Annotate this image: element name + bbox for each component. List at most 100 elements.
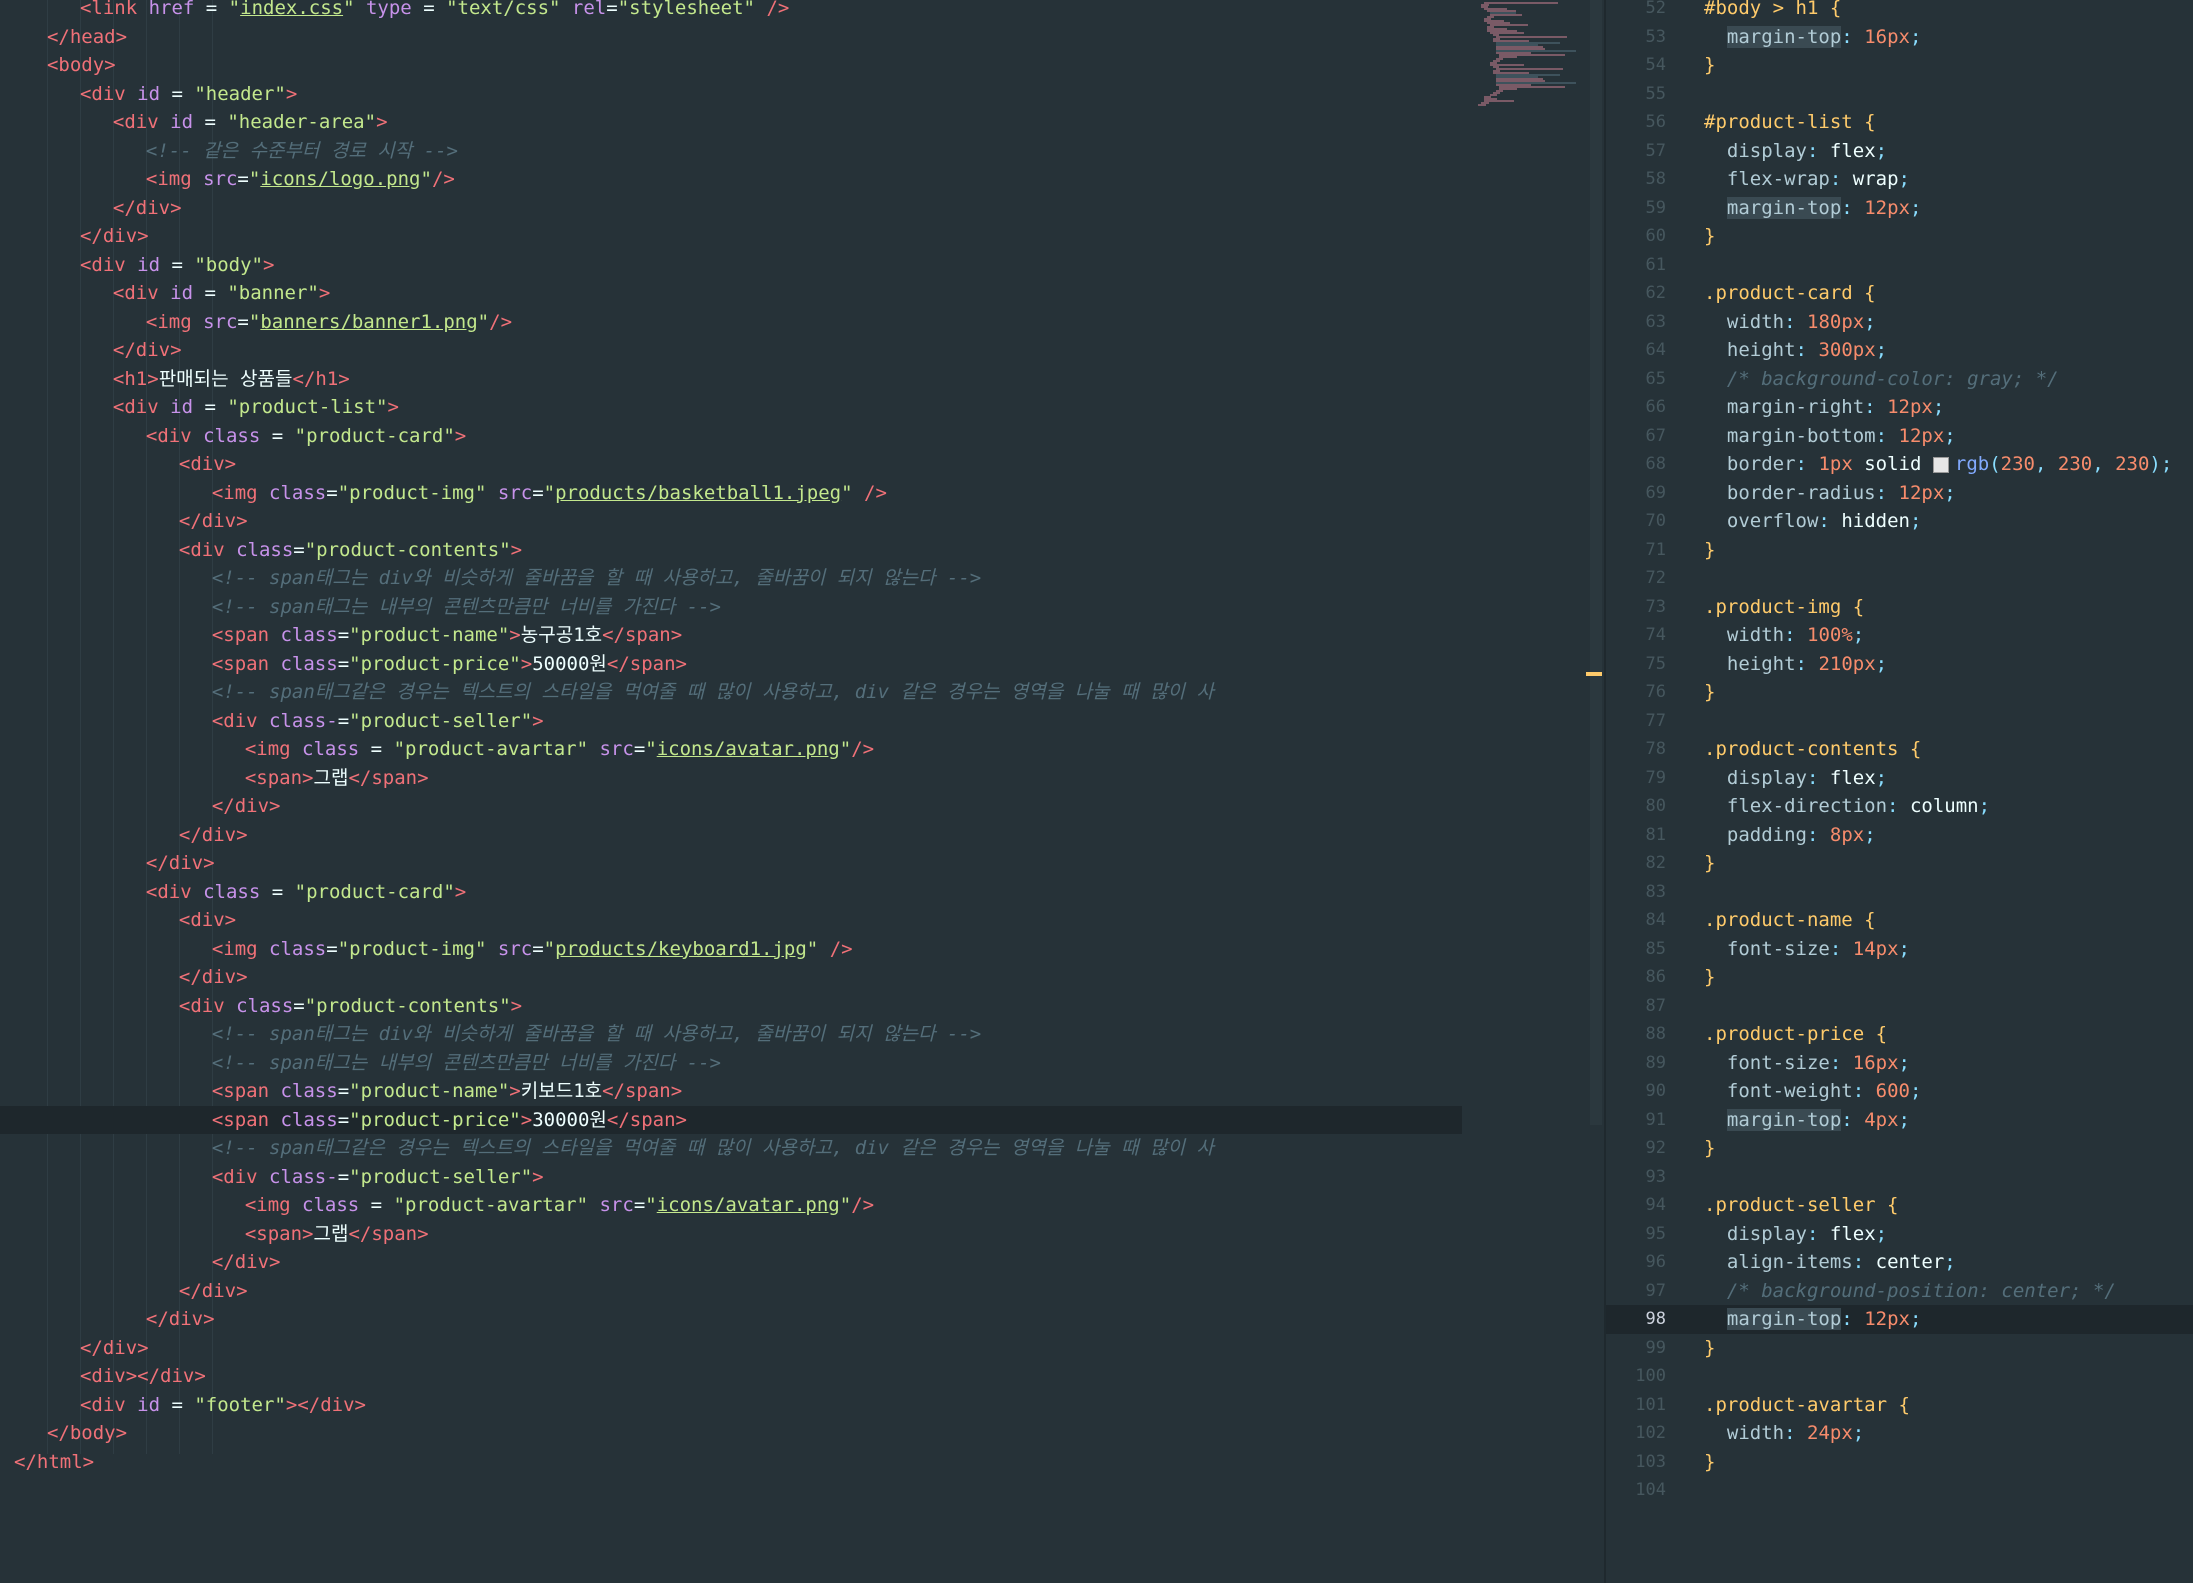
code-line[interactable]: <img class="product-img" src="products/b…	[0, 479, 1462, 508]
code-line[interactable]: <h1>판매되는 상품들</h1>	[0, 365, 1462, 394]
code-line[interactable]: </div>	[0, 1305, 1462, 1334]
code-line[interactable]: <span class="product-name">농구공1호</span>	[0, 621, 1462, 650]
code-line[interactable]: <!-- 같은 수준부터 경로 시작 -->	[0, 137, 1462, 166]
code-line[interactable]: 78 .product-contents {	[1606, 735, 2193, 764]
code-line[interactable]: <div>	[0, 906, 1462, 935]
code-line[interactable]: 58 flex-wrap: wrap;	[1606, 165, 2193, 194]
code-line[interactable]: 73 .product-img {	[1606, 593, 2193, 622]
code-line[interactable]: 99}	[1606, 1334, 2193, 1363]
code-line[interactable]: 90 font-weight: 600;	[1606, 1077, 2193, 1106]
code-line[interactable]: 96 align-items: center;	[1606, 1248, 2193, 1277]
code-line[interactable]: </div>	[0, 963, 1462, 992]
code-line[interactable]: </div>	[0, 194, 1462, 223]
code-line[interactable]: <!-- span태그는 div와 비슷하게 줄바꿈을 할 때 사용하고, 줄바…	[0, 564, 1462, 593]
code-line[interactable]: 62 .product-card {	[1606, 279, 2193, 308]
code-line[interactable]: <img class = "product-avartar" src="icon…	[0, 735, 1462, 764]
code-line[interactable]: 95 display: flex;	[1606, 1220, 2193, 1249]
code-line[interactable]: <div class-="product-seller">	[0, 707, 1462, 736]
code-line[interactable]: </div>	[0, 507, 1462, 536]
code-line[interactable]: 66 margin-right: 12px;	[1606, 393, 2193, 422]
code-line[interactable]: 74 width: 100%;	[1606, 621, 2193, 650]
code-line[interactable]: 61	[1606, 251, 2193, 280]
code-line[interactable]: 59 margin-top: 12px;	[1606, 194, 2193, 223]
code-line[interactable]: <div id = "body">	[0, 251, 1462, 280]
code-line[interactable]: </head>	[0, 23, 1462, 52]
code-line[interactable]: <img class = "product-avartar" src="icon…	[0, 1191, 1462, 1220]
code-line[interactable]: 97 /* background-position: center; */	[1606, 1277, 2193, 1306]
code-line[interactable]: 56 #product-list {	[1606, 108, 2193, 137]
code-line[interactable]: 103}	[1606, 1448, 2193, 1477]
code-line[interactable]: 55	[1606, 80, 2193, 109]
code-line[interactable]: 82}	[1606, 849, 2193, 878]
code-line[interactable]: 85 font-size: 14px;	[1606, 935, 2193, 964]
code-line[interactable]: <!-- span태그는 내부의 콘텐츠만큼만 너비를 가진다 -->	[0, 593, 1462, 622]
code-line[interactable]: 93	[1606, 1163, 2193, 1192]
code-line[interactable]: 84 .product-name {	[1606, 906, 2193, 935]
code-line[interactable]: 70 overflow: hidden;	[1606, 507, 2193, 536]
code-line[interactable]: 86}	[1606, 963, 2193, 992]
code-line[interactable]: 71}	[1606, 536, 2193, 565]
current-line[interactable]: <span class="product-price">30000원</span…	[0, 1105, 1462, 1134]
minimap[interactable]	[1462, 0, 1584, 1583]
code-line[interactable]: 65 /* background-color: gray; */	[1606, 365, 2193, 394]
editor-scrollbar[interactable]	[1584, 0, 1604, 1583]
code-line[interactable]: 83	[1606, 878, 2193, 907]
code-line[interactable]: <div></div>	[0, 1362, 1462, 1391]
code-line[interactable]: 69 border-radius: 12px;	[1606, 479, 2193, 508]
code-line[interactable]: <img class="product-img" src="products/k…	[0, 935, 1462, 964]
css-editor-pane[interactable]: 52 #body > h1 {53 margin-top: 16px; 54} 55 56…	[1606, 0, 2193, 1583]
code-line[interactable]: 79 display: flex;	[1606, 764, 2193, 793]
code-line[interactable]: <!-- span태그같은 경우는 텍스트의 스타일을 먹여줄 때 많이 사용하…	[0, 678, 1462, 707]
code-line[interactable]: <span class="product-name">키보드1호</span>	[0, 1077, 1462, 1106]
code-line[interactable]: </div>	[0, 336, 1462, 365]
code-line[interactable]: <div class="product-contents">	[0, 992, 1462, 1021]
code-line[interactable]: <!-- span태그는 div와 비슷하게 줄바꿈을 할 때 사용하고, 줄바…	[0, 1020, 1462, 1049]
code-line[interactable]: </body>	[0, 1419, 1462, 1448]
code-line[interactable]: <div>	[0, 450, 1462, 479]
color-swatch-icon[interactable]	[1932, 456, 1949, 473]
code-line[interactable]: <div id = "header-area">	[0, 108, 1462, 137]
html-editor-pane[interactable]: <link href = "index.css" type = "text/cs…	[0, 0, 1462, 1583]
code-line[interactable]: <!-- span태그같은 경우는 텍스트의 스타일을 먹여줄 때 많이 사용하…	[0, 1134, 1462, 1163]
code-line[interactable]: <!-- span태그는 내부의 콘텐츠만큼만 너비를 가진다 -->	[0, 1049, 1462, 1078]
code-line[interactable]: <div id = "footer"></div>	[0, 1391, 1462, 1420]
code-line[interactable]: 100	[1606, 1362, 2193, 1391]
code-line[interactable]: <div id = "banner">	[0, 279, 1462, 308]
code-line[interactable]: </div>	[0, 1334, 1462, 1363]
code-line[interactable]: </div>	[0, 222, 1462, 251]
code-line[interactable]: 76}	[1606, 678, 2193, 707]
code-line[interactable]: </div>	[0, 1277, 1462, 1306]
code-line[interactable]: </div>	[0, 1248, 1462, 1277]
code-line[interactable]: 75 height: 210px;	[1606, 650, 2193, 679]
code-line[interactable]: 57 display: flex;	[1606, 137, 2193, 166]
code-line[interactable]: </div>	[0, 849, 1462, 878]
code-line[interactable]: <link href = "index.css" type = "text/cs…	[0, 0, 1462, 23]
code-line[interactable]: 87	[1606, 992, 2193, 1021]
code-line[interactable]: 60}	[1606, 222, 2193, 251]
code-line[interactable]: 64 height: 300px;	[1606, 336, 2193, 365]
code-line[interactable]: <span>그랩</span>	[0, 1220, 1462, 1249]
code-line[interactable]: 67 margin-bottom: 12px;	[1606, 422, 2193, 451]
current-line[interactable]: 98 margin-top: 12px;	[1606, 1305, 2193, 1334]
code-line[interactable]: <span>그랩</span>	[0, 764, 1462, 793]
code-line[interactable]: 68 border: 1px solid rgb(230, 230, 230);	[1606, 450, 2193, 479]
code-line[interactable]: 104	[1606, 1476, 2193, 1505]
code-line[interactable]: 63 width: 180px;	[1606, 308, 2193, 337]
code-line[interactable]: <div class="product-contents">	[0, 536, 1462, 565]
code-line[interactable]: </html>	[0, 1448, 1462, 1477]
code-line[interactable]: 80 flex-direction: column;	[1606, 792, 2193, 821]
code-line[interactable]: 53 margin-top: 16px;	[1606, 23, 2193, 52]
code-line[interactable]: 89 font-size: 16px;	[1606, 1049, 2193, 1078]
code-line[interactable]: 92}	[1606, 1134, 2193, 1163]
code-line[interactable]: <span class="product-price">50000원</span…	[0, 650, 1462, 679]
code-line[interactable]: 91 margin-top: 4px;	[1606, 1106, 2193, 1135]
code-line[interactable]: 88 .product-price {	[1606, 1020, 2193, 1049]
code-line[interactable]: 101 .product-avartar {	[1606, 1391, 2193, 1420]
code-line[interactable]: 72	[1606, 564, 2193, 593]
scrollbar-thumb[interactable]	[1590, 0, 1602, 1125]
code-line[interactable]: </div>	[0, 792, 1462, 821]
code-line[interactable]: </div>	[0, 821, 1462, 850]
code-line[interactable]: <div id = "product-list">	[0, 393, 1462, 422]
code-line[interactable]: 54}	[1606, 51, 2193, 80]
code-line[interactable]: <div id = "header">	[0, 80, 1462, 109]
